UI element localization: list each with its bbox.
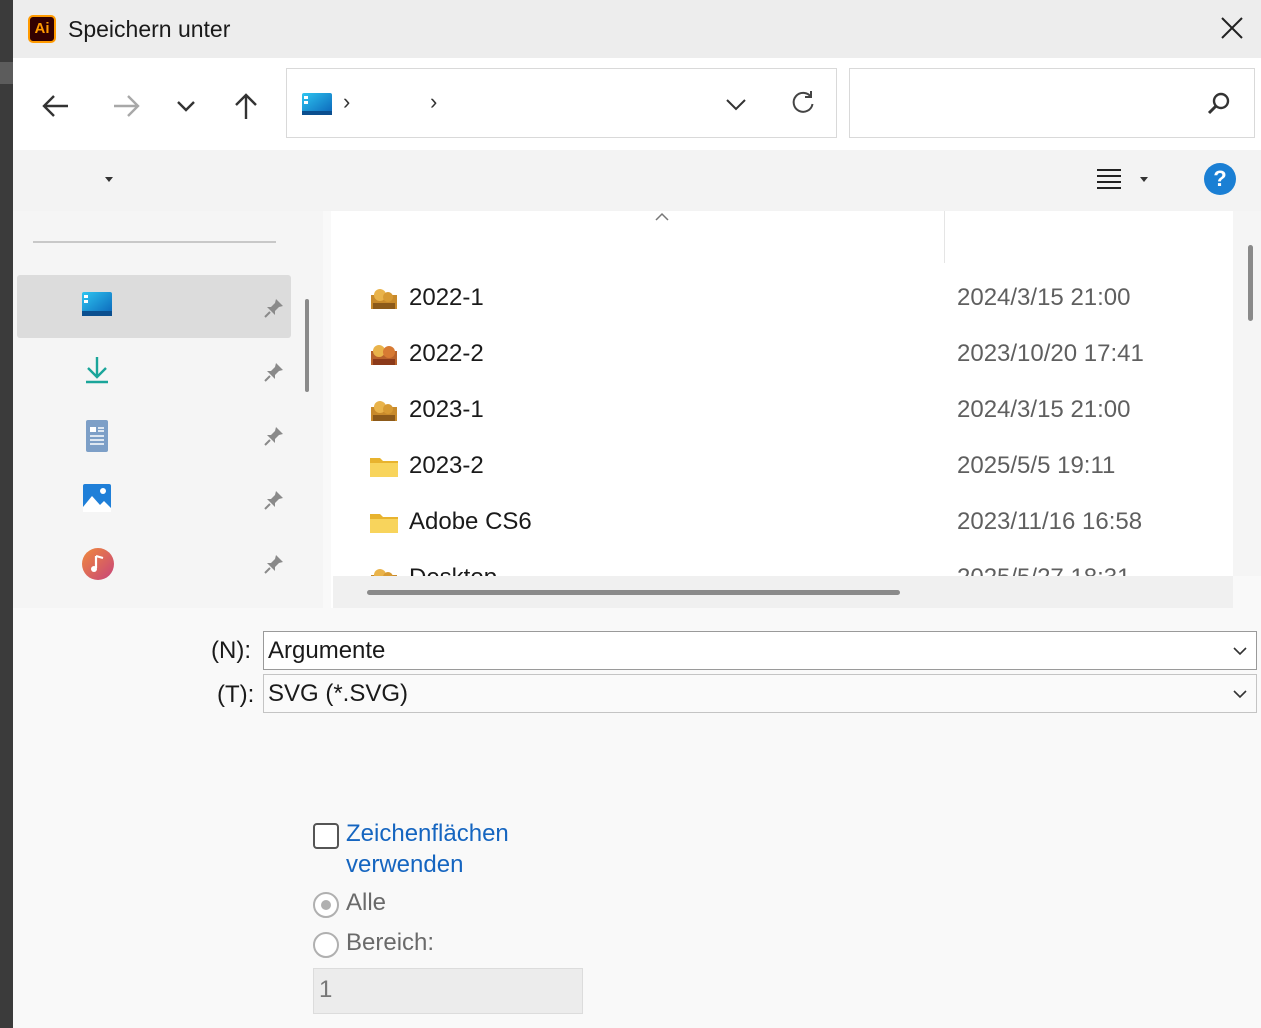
custom-folder-icon (371, 345, 397, 365)
folder-icon (370, 458, 398, 477)
desktop-icon (82, 292, 112, 316)
breadcrumb-separator[interactable]: › (343, 89, 350, 115)
file-list-horizontal-scrollbar[interactable] (333, 576, 1233, 608)
file-date: 2023/10/20 17:41 (957, 340, 1144, 367)
pin-icon[interactable] (263, 361, 285, 383)
range-label[interactable]: Bereich: (346, 929, 434, 957)
breadcrumb-separator[interactable]: › (430, 89, 437, 115)
file-name: Adobe CS6 (409, 508, 532, 535)
sidebar-item-music[interactable] (17, 531, 291, 594)
sidebar-item-documents[interactable] (17, 403, 291, 466)
close-button[interactable] (1205, 0, 1261, 58)
filename-label: (N): (211, 637, 251, 664)
search-box[interactable] (849, 68, 1255, 138)
horizontal-scrollbar-thumb[interactable] (367, 590, 900, 595)
sidebar-divider (33, 241, 276, 243)
help-button[interactable]: ? (1204, 163, 1236, 195)
illustrator-app-icon: Ai (28, 15, 56, 43)
dialog-title: Speichern unter (68, 16, 231, 42)
up-button[interactable] (228, 88, 264, 124)
vertical-scrollbar-thumb[interactable] (1248, 245, 1253, 321)
sort-ascending-icon[interactable] (653, 211, 671, 223)
filename-input[interactable]: Argumente (263, 631, 1257, 670)
range-input[interactable]: 1 (313, 968, 583, 1014)
recent-locations-button[interactable] (168, 88, 204, 124)
all-artboards-label[interactable]: Alle (346, 889, 386, 917)
file-row[interactable]: 2022-2 2023/10/20 17:41 (331, 327, 1233, 383)
pin-icon[interactable] (263, 553, 285, 575)
chevron-down-icon (177, 101, 195, 112)
navigation-pane (13, 211, 323, 608)
view-options-icon[interactable] (1095, 167, 1123, 191)
file-row[interactable]: 2023-2 2025/5/5 19:11 (331, 439, 1233, 495)
file-date: 2024/3/15 21:00 (957, 284, 1131, 311)
file-date: 2024/3/15 21:00 (957, 396, 1131, 423)
address-bar[interactable]: › › (286, 68, 837, 138)
arrow-right-icon (114, 95, 140, 117)
title-bar: Ai Speichern unter (13, 0, 1261, 58)
back-button[interactable] (38, 88, 74, 124)
sidebar-item-pictures[interactable] (17, 467, 291, 530)
file-row[interactable]: 2022-1 2024/3/15 21:00 (331, 271, 1233, 327)
range-radio[interactable] (313, 932, 339, 958)
command-bar: ? (13, 150, 1261, 211)
arrow-left-icon (42, 95, 68, 117)
file-row[interactable]: Adobe CS6 2023/11/16 16:58 (331, 495, 1233, 551)
background-app-strip (0, 0, 13, 1028)
view-dropdown-caret[interactable] (1140, 177, 1148, 182)
filename-value[interactable]: Argumente (268, 637, 385, 665)
search-icon (1207, 92, 1230, 115)
sidebar-scrollbar[interactable] (305, 299, 309, 392)
close-icon (1221, 17, 1243, 39)
arrow-up-icon (235, 93, 257, 119)
chevron-down-icon[interactable] (725, 93, 747, 115)
desktop-icon (302, 93, 332, 115)
forward-button[interactable] (108, 88, 144, 124)
custom-folder-icon (371, 401, 397, 421)
file-row[interactable]: 2023-1 2024/3/15 21:00 (331, 383, 1233, 439)
pin-icon[interactable] (263, 489, 285, 511)
range-value: 1 (319, 976, 333, 1003)
filetype-label: (T): (217, 681, 255, 708)
file-name: 2022-1 (409, 284, 484, 311)
music-icon (82, 548, 114, 580)
folder-icon (370, 514, 398, 533)
organize-dropdown-caret[interactable] (105, 177, 113, 182)
documents-icon (86, 420, 108, 452)
use-artboards-checkbox[interactable] (313, 823, 339, 849)
all-artboards-radio[interactable] (313, 892, 339, 918)
file-list: 2022-1 2024/3/15 21:00 2022-2 2023/10/20… (331, 211, 1233, 608)
filetype-select[interactable]: SVG (*.SVG) (263, 674, 1257, 713)
column-separator[interactable] (944, 211, 945, 263)
chevron-down-icon[interactable] (1232, 645, 1248, 657)
chevron-down-icon[interactable] (1232, 688, 1248, 700)
file-list-vertical-scrollbar[interactable] (1233, 211, 1261, 576)
save-as-dialog: Ai Speichern unter › › ? 2022-1 2024/3/1… (13, 0, 1261, 1028)
use-artboards-label[interactable]: Zeichenflächen verwenden (346, 818, 586, 880)
filetype-value: SVG (*.SVG) (268, 680, 409, 707)
pin-icon[interactable] (263, 297, 285, 319)
file-name: 2022-2 (409, 340, 484, 367)
save-options-form: (N): Argumente (T): SVG (*.SVG) Zeichenf… (13, 608, 1261, 1028)
pictures-icon (83, 484, 111, 512)
file-name: 2023-1 (409, 396, 484, 423)
file-date: 2023/11/16 16:58 (957, 508, 1143, 535)
sidebar-item-desktop[interactable] (17, 275, 291, 338)
file-name: 2023-2 (409, 452, 484, 479)
pin-icon[interactable] (263, 425, 285, 447)
navigation-bar: › › (13, 58, 1261, 150)
sidebar-item-downloads[interactable] (17, 339, 291, 402)
custom-folder-icon (371, 289, 397, 309)
downloads-icon (86, 357, 108, 384)
refresh-icon[interactable] (790, 89, 816, 115)
file-date: 2025/5/5 19:11 (957, 452, 1116, 479)
